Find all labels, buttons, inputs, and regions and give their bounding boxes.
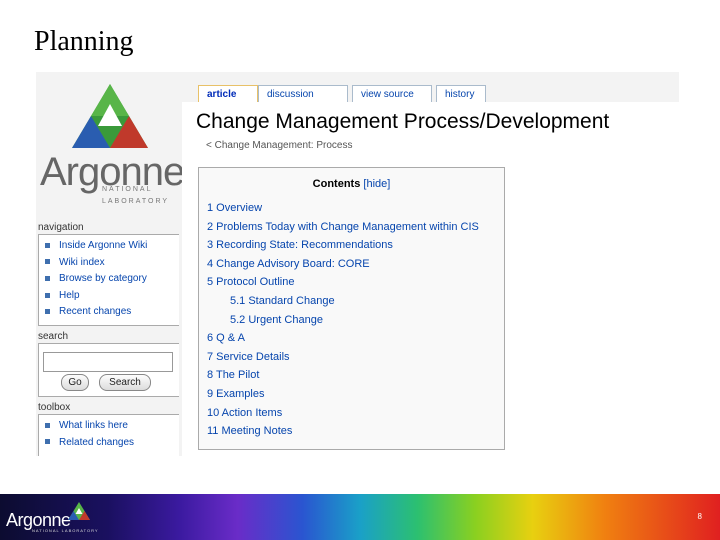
toolbox-title: toolbox xyxy=(38,402,71,413)
toolbox-item-related-changes[interactable]: Related changes xyxy=(45,435,179,452)
toc-item[interactable]: 6 Q & A xyxy=(207,329,479,348)
nav-item-wiki-index[interactable]: Wiki index xyxy=(45,255,179,272)
logo-subtitle-2: LABORATORY xyxy=(102,198,170,205)
table-of-contents: Contents [hide] 1 Overview 2 Problems To… xyxy=(198,167,505,450)
logo-subtitle-1: NATIONAL xyxy=(102,186,153,193)
page-number: 8 xyxy=(697,512,702,521)
navigation-title: navigation xyxy=(38,222,84,233)
toc-item[interactable]: 7 Service Details xyxy=(207,348,479,367)
toc-item[interactable]: 3 Recording State: Recommendations xyxy=(207,236,479,255)
search-portlet: Go Search xyxy=(38,343,179,397)
toc-subitem[interactable]: 5.2 Urgent Change xyxy=(207,311,479,330)
toc-subitem[interactable]: 5.1 Standard Change xyxy=(207,292,479,311)
toc-hide-link[interactable]: [hide] xyxy=(363,178,390,190)
bullet-icon xyxy=(45,309,50,315)
nav-item-help[interactable]: Help xyxy=(45,288,179,305)
wiki-screenshot: Argonne NATIONAL LABORATORY navigation I… xyxy=(36,72,679,456)
argonne-logo[interactable]: Argonne NATIONAL LABORATORY xyxy=(36,78,185,208)
footer-argonne-triangle-icon xyxy=(68,502,90,520)
search-button[interactable]: Search xyxy=(99,374,151,391)
slide-title: Planning xyxy=(34,26,134,57)
footer-bar: Argonne NATIONAL LABORATORY 8 xyxy=(0,494,720,540)
toolbox-portlet: What links here Related changes xyxy=(38,414,179,456)
bullet-icon xyxy=(45,439,50,445)
page-heading: Change Management Process/Development xyxy=(196,110,610,133)
toc-item[interactable]: 8 The Pilot xyxy=(207,366,479,385)
bullet-icon xyxy=(45,242,50,248)
toc-item[interactable]: 9 Examples xyxy=(207,385,479,404)
toc-title: Contents xyxy=(312,178,361,190)
argonne-triangle-icon xyxy=(72,84,148,148)
toc-header: Contents [hide] xyxy=(199,178,504,190)
toc-item[interactable]: 11 Meeting Notes xyxy=(207,422,479,441)
go-button[interactable]: Go xyxy=(61,374,89,391)
nav-item-recent-changes[interactable]: Recent changes xyxy=(45,304,179,321)
toc-item[interactable]: 1 Overview xyxy=(207,199,479,218)
toc-item[interactable]: 2 Problems Today with Change Management … xyxy=(207,218,479,237)
toc-item[interactable]: 5 Protocol Outline xyxy=(207,273,479,292)
toolbox-item-what-links-here[interactable]: What links here xyxy=(45,418,179,435)
bullet-icon xyxy=(45,259,50,265)
parent-page-link[interactable]: < Change Management: Process xyxy=(206,140,352,151)
navigation-portlet: Inside Argonne Wiki Wiki index Browse by… xyxy=(38,234,179,326)
toc-item[interactable]: 10 Action Items xyxy=(207,404,479,423)
search-input[interactable] xyxy=(43,352,173,372)
bullet-icon xyxy=(45,422,50,428)
bullet-icon xyxy=(45,292,50,298)
article-content: Change Management Process/Development < … xyxy=(182,102,679,456)
bullet-icon xyxy=(45,276,50,282)
nav-item-inside-wiki[interactable]: Inside Argonne Wiki xyxy=(45,238,179,255)
search-title: search xyxy=(38,331,69,342)
nav-item-browse-category[interactable]: Browse by category xyxy=(45,271,179,288)
toc-item[interactable]: 4 Change Advisory Board: CORE xyxy=(207,255,479,274)
footer-logo-subtitle: NATIONAL LABORATORY xyxy=(32,528,99,533)
